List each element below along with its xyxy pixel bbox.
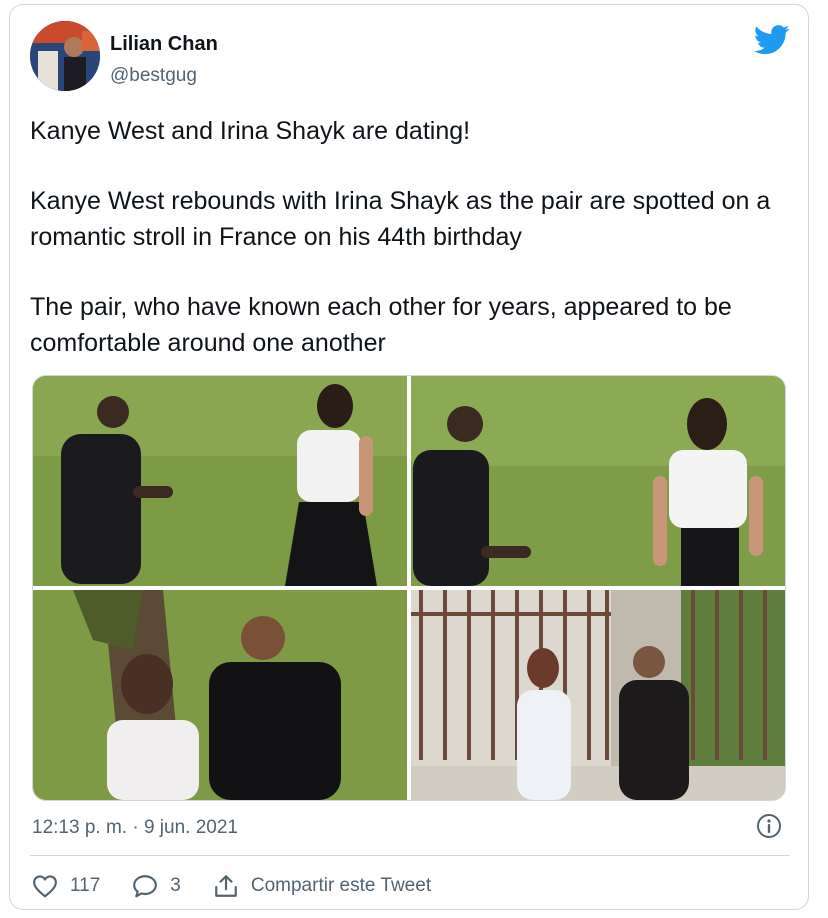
author-avatar[interactable] [30, 21, 100, 91]
reply-bubble-icon [133, 875, 158, 898]
tweet-photo[interactable] [411, 590, 785, 800]
author-handle[interactable]: @bestgug [110, 65, 197, 87]
heart-icon [33, 875, 57, 898]
tweet-photo[interactable] [33, 590, 407, 800]
tweet-header: Lilian Chan @bestgug [30, 21, 790, 97]
share-label: Compartir este Tweet [250, 875, 432, 896]
tweet-timestamp[interactable]: 12:13 p. m. · 9 jun. 2021 [32, 817, 238, 839]
twitter-bird-icon[interactable] [753, 25, 790, 55]
tweet-paragraph: Kanye West rebounds with Irina Shayk as … [30, 187, 771, 251]
like-count: 117 [70, 875, 101, 896]
tweet-paragraph: The pair, who have known each other for … [30, 293, 732, 357]
share-button[interactable]: Compartir este Tweet [213, 873, 431, 899]
like-button[interactable]: 117 [32, 874, 100, 898]
tweet-actions: 117 3 Compartir este Tweet [32, 871, 463, 901]
info-icon[interactable] [756, 813, 782, 839]
tweet-card: Lilian Chan @bestgug Kanye West and Irin… [9, 4, 809, 910]
tweet-media-grid [32, 375, 786, 801]
share-icon [215, 875, 237, 897]
divider [30, 855, 790, 856]
reply-count: 3 [170, 875, 181, 896]
tweet-photo[interactable] [411, 376, 785, 586]
reply-button[interactable]: 3 [132, 874, 181, 898]
author-name[interactable]: Lilian Chan [110, 33, 218, 56]
tweet-body: Kanye West and Irina Shayk are dating! K… [30, 113, 790, 395]
tweet-paragraph: Kanye West and Irina Shayk are dating! [30, 117, 471, 145]
tweet-photo[interactable] [33, 376, 407, 586]
